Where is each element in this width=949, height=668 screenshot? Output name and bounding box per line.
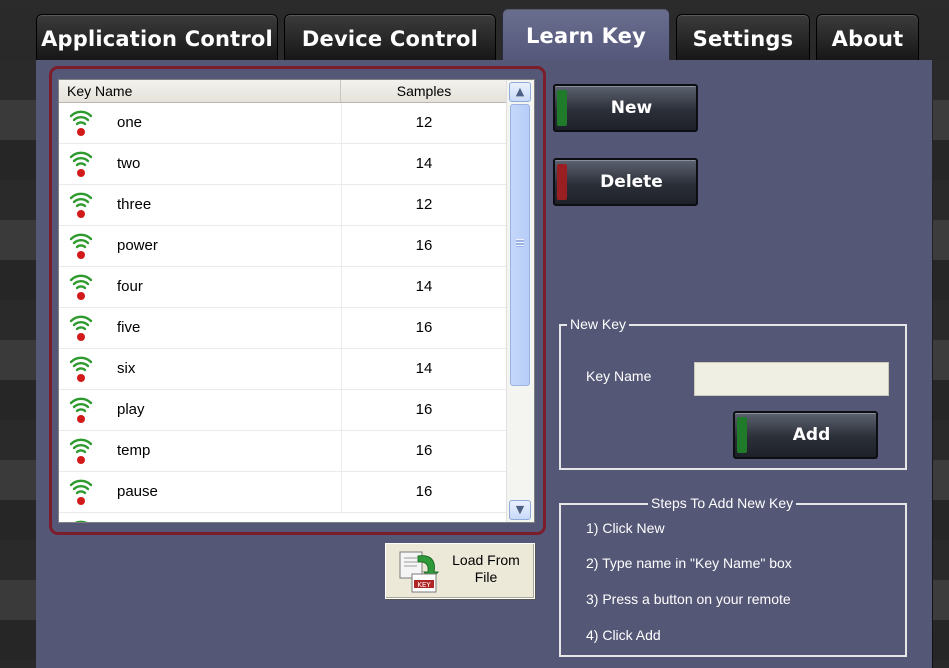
list-item[interactable]: play 16 xyxy=(59,390,506,431)
tab-settings[interactable]: Settings xyxy=(676,14,810,62)
step-1: 1) Click New xyxy=(586,520,665,536)
scroll-up-button[interactable]: ▲ xyxy=(509,82,531,102)
samples-cell: 14 xyxy=(415,278,433,295)
tab-about[interactable]: About xyxy=(816,14,919,62)
key-name-cell: four xyxy=(117,278,143,295)
remote-signal-icon xyxy=(69,192,93,218)
green-led-icon xyxy=(557,90,567,126)
samples-cell: 12 xyxy=(415,196,433,213)
samples-cell: 16 xyxy=(415,483,433,500)
remote-signal-icon xyxy=(69,233,93,259)
column-header-samples[interactable]: Samples xyxy=(342,80,506,102)
add-button-label: Add xyxy=(792,425,831,445)
new-button-label: New xyxy=(610,98,653,118)
remote-signal-icon xyxy=(69,479,93,505)
scroll-thumb[interactable] xyxy=(510,104,530,386)
list-item[interactable]: two 14 xyxy=(59,144,506,185)
tab-device-control[interactable]: Device Control xyxy=(284,14,496,62)
load-from-file-button[interactable]: KEY Load From File xyxy=(385,543,535,599)
step-2: 2) Type name in "Key Name" box xyxy=(586,555,792,571)
key-name-cell: temp xyxy=(117,442,151,459)
remote-signal-icon xyxy=(69,274,93,300)
samples-cell: 14 xyxy=(415,155,433,172)
red-led-icon xyxy=(557,164,567,200)
vertical-scrollbar[interactable]: ▲ ▼ xyxy=(506,80,534,522)
remote-signal-icon xyxy=(69,356,93,382)
tab-learn-key[interactable]: Learn Key xyxy=(502,8,670,62)
tab-application-control[interactable]: Application Control xyxy=(36,14,278,62)
key-name-cell: one xyxy=(117,114,143,131)
key-name-cell: six xyxy=(117,360,136,377)
list-item[interactable]: four 14 xyxy=(59,267,506,308)
list-rows: one 12 two 14 three 12 power 16 four 14 five 16 six 1… xyxy=(59,103,506,522)
delete-button-label: Delete xyxy=(600,172,663,192)
samples-cell: 16 xyxy=(415,442,433,459)
steps-legend: Steps To Add New Key xyxy=(648,495,797,511)
key-name-input[interactable] xyxy=(694,362,889,396)
key-name-cell: play xyxy=(117,401,145,418)
samples-cell: 16 xyxy=(415,319,433,336)
new-button[interactable]: New xyxy=(553,84,698,132)
samples-cell: 14 xyxy=(415,360,433,377)
remote-signal-icon xyxy=(74,520,88,522)
list-item[interactable]: three 12 xyxy=(59,185,506,226)
list-item[interactable]: power 16 xyxy=(59,226,506,267)
key-name-cell: pause xyxy=(117,483,158,500)
remote-signal-icon xyxy=(69,315,93,341)
key-list-frame: Key Name Samples one 12 two 14 three 12 power 1… xyxy=(49,66,546,535)
key-name-cell: three xyxy=(117,196,152,213)
load-from-file-label: Load From File xyxy=(452,552,520,585)
svg-text:KEY: KEY xyxy=(417,581,431,589)
list-item[interactable]: pause 16 xyxy=(59,472,506,513)
key-name-cell: two xyxy=(117,155,141,172)
remote-signal-icon xyxy=(69,438,93,464)
load-file-icon: KEY xyxy=(399,551,440,593)
samples-cell: 12 xyxy=(415,114,433,131)
key-list[interactable]: Key Name Samples one 12 two 14 three 12 power 1… xyxy=(58,79,535,523)
key-name-cell: power xyxy=(117,237,158,254)
new-key-legend: New Key xyxy=(567,316,630,332)
delete-button[interactable]: Delete xyxy=(553,158,698,206)
scroll-grip-icon xyxy=(516,239,524,247)
remote-signal-icon xyxy=(69,110,93,136)
list-item[interactable]: five 16 xyxy=(59,308,506,349)
step-4: 4) Click Add xyxy=(586,627,661,643)
list-item[interactable]: six 14 xyxy=(59,349,506,390)
green-led-icon xyxy=(737,417,747,453)
key-name-cell: five xyxy=(117,319,141,336)
samples-cell: 16 xyxy=(415,401,433,418)
remote-signal-icon xyxy=(69,151,93,177)
tab-bar: Application Control Device Control Learn… xyxy=(36,8,932,62)
column-header-key-name[interactable]: Key Name xyxy=(59,80,341,102)
scroll-down-button[interactable]: ▼ xyxy=(509,500,531,520)
frame-right-edge xyxy=(933,60,949,668)
list-item[interactable]: temp 16 xyxy=(59,431,506,472)
step-3: 3) Press a button on your remote xyxy=(586,591,791,607)
frame-left-edge xyxy=(0,60,36,668)
add-button[interactable]: Add xyxy=(733,411,878,459)
key-name-label: Key Name xyxy=(586,368,652,384)
remote-signal-icon xyxy=(69,397,93,423)
list-header: Key Name Samples xyxy=(59,80,506,103)
samples-cell: 16 xyxy=(415,237,433,254)
list-item[interactable]: one 12 xyxy=(59,103,506,144)
list-item-partial[interactable] xyxy=(59,513,506,522)
